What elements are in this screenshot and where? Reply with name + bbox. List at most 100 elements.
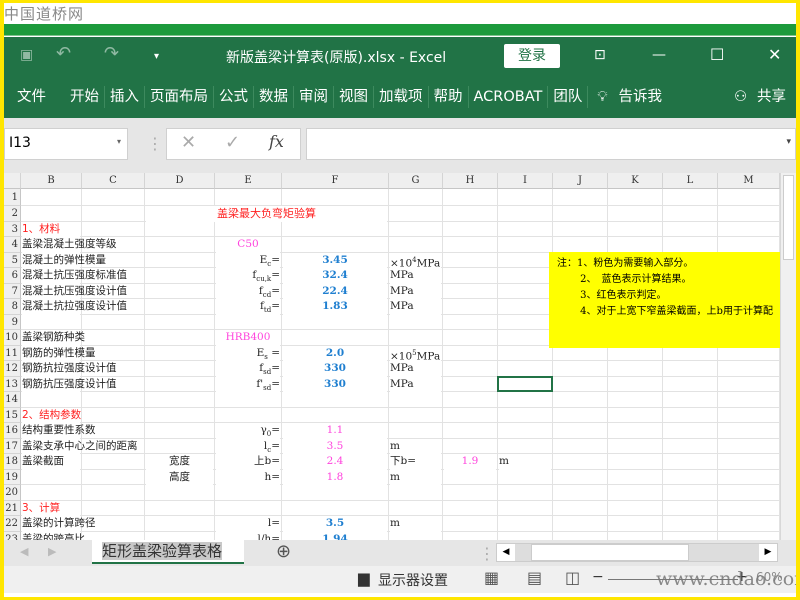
ribbon-display-icon[interactable]: ⊡ [594, 47, 606, 63]
row-header[interactable]: 9 [4, 314, 21, 330]
cell[interactable]: m [390, 516, 441, 532]
insert-function-button[interactable]: fx [269, 132, 284, 151]
redo-icon[interactable]: ↷ [104, 43, 119, 64]
cell[interactable]: ×105MPa [390, 345, 441, 362]
column-header[interactable]: I [498, 173, 553, 189]
display-settings-icon[interactable]: ▆ [358, 569, 370, 587]
column-header[interactable]: E [215, 173, 282, 189]
cell[interactable]: 结构重要性系数 [22, 423, 96, 439]
cell[interactable]: Es = [216, 345, 280, 361]
column-header[interactable]: B [21, 173, 82, 189]
cell[interactable]: 3.5 [283, 438, 387, 454]
select-all-corner[interactable] [4, 173, 21, 189]
minimize-icon[interactable]: — [652, 47, 666, 63]
next-sheet-icon[interactable]: ▶ [48, 545, 56, 558]
cell[interactable]: 高度 [146, 469, 213, 485]
column-header[interactable]: M [718, 173, 780, 189]
ribbon-tab[interactable]: 团队 [548, 85, 589, 108]
cell[interactable]: MPa [390, 283, 441, 299]
ribbon-tab[interactable]: 开始 [65, 85, 105, 108]
row-header[interactable]: 3 [4, 221, 21, 237]
ribbon-tab[interactable]: 文件 [12, 86, 51, 108]
zoom-out-icon[interactable]: − [592, 569, 604, 585]
ribbon-tab[interactable]: 加载项 [374, 85, 429, 108]
add-sheet-icon[interactable]: ⊕ [276, 541, 291, 562]
chevron-down-icon[interactable]: ▾ [117, 137, 121, 146]
cell[interactable]: ×104MPa [390, 252, 441, 269]
cell[interactable]: 钢筋的弹性模量 [22, 345, 96, 361]
cell[interactable]: 330 [283, 361, 387, 377]
close-icon[interactable]: ✕ [768, 45, 781, 64]
column-header[interactable]: C [82, 173, 145, 189]
ribbon-tab[interactable]: ACROBAT [469, 85, 549, 108]
cell[interactable]: 混凝土抗拉强度设计值 [22, 299, 127, 315]
cell[interactable]: 1、材料 [22, 221, 80, 237]
prev-sheet-icon[interactable]: ◀ [20, 545, 28, 558]
cell[interactable]: MPa [390, 268, 441, 284]
share-button[interactable]: ⚇ 共享 [724, 86, 796, 108]
undo-icon[interactable]: ↶ [56, 43, 71, 64]
horizontal-scrollbar[interactable]: ◀ ▶ [496, 543, 778, 562]
cell[interactable]: 2.0 [283, 345, 387, 361]
cell[interactable]: 盖梁的计算跨径 [22, 516, 96, 532]
cell[interactable]: 盖梁最大负弯矩验算 [146, 206, 387, 222]
horizontal-scroll-thumb[interactable] [531, 544, 689, 561]
page-break-view-icon[interactable]: ◫ [565, 568, 580, 587]
row-header[interactable]: 7 [4, 283, 21, 299]
ribbon-tab[interactable]: 插入 [105, 85, 145, 108]
ribbon-tab[interactable]: 数据 [254, 85, 294, 108]
enter-icon[interactable]: ✓ [225, 132, 240, 153]
expand-formula-icon[interactable]: ▾ [786, 137, 791, 147]
scroll-right-icon[interactable]: ▶ [759, 544, 777, 561]
column-header[interactable]: G [389, 173, 443, 189]
cell[interactable]: 32.4 [283, 268, 387, 284]
row-header[interactable]: 10 [4, 330, 21, 346]
ribbon-tab[interactable]: 公式 [214, 85, 254, 108]
column-header[interactable]: H [443, 173, 498, 189]
ribbon-tab[interactable]: 视图 [334, 85, 374, 108]
cell[interactable]: 混凝土的弹性模量 [22, 252, 106, 268]
row-header[interactable]: 23 [4, 531, 21, 540]
cell[interactable]: 盖梁的跨高比 [22, 531, 85, 540]
cell[interactable]: 混凝土抗压强度设计值 [22, 283, 127, 299]
cell[interactable]: MPa [390, 376, 441, 392]
row-header[interactable]: 4 [4, 237, 21, 253]
cell[interactable]: ftd= [216, 299, 280, 315]
column-header[interactable]: D [145, 173, 215, 189]
cell[interactable]: C50 [216, 237, 280, 253]
cancel-icon[interactable]: ✕ [181, 132, 196, 153]
cell[interactable]: 下b= [390, 454, 441, 470]
row-header[interactable]: 20 [4, 485, 21, 501]
note-textbox[interactable]: 注：1、粉色为需要输入部分。 2、 蓝色表示计算结果。 3、红色表示判定。 4、… [549, 252, 780, 348]
tab-splitter-icon[interactable]: ⋮ [479, 544, 495, 563]
cell[interactable]: 3、计算 [22, 500, 80, 516]
cell[interactable]: 1.1 [283, 423, 387, 439]
row-header[interactable]: 5 [4, 252, 21, 268]
ribbon-tab[interactable]: 帮助 [429, 85, 469, 108]
cell[interactable]: 混凝土抗压强度标准值 [22, 268, 127, 284]
cell[interactable]: fsd= [216, 361, 280, 377]
cell[interactable]: 1.8 [283, 469, 387, 485]
maximize-icon[interactable]: ☐ [710, 45, 724, 64]
cell[interactable]: γ0= [216, 423, 280, 439]
cell[interactable]: 3.5 [283, 516, 387, 532]
login-button[interactable]: 登录 [504, 44, 560, 68]
formula-input[interactable]: ▾ [306, 128, 796, 160]
drag-handle-icon[interactable]: ⋮ [147, 134, 163, 153]
cell[interactable]: m [390, 469, 441, 485]
row-header[interactable]: 21 [4, 500, 21, 516]
cell[interactable]: m [390, 438, 441, 454]
cell[interactable]: 上b= [216, 454, 280, 470]
cell[interactable]: 330 [283, 376, 387, 392]
name-box[interactable]: I13 ▾ [4, 128, 128, 160]
column-header[interactable]: K [608, 173, 663, 189]
cell[interactable]: l/h= [216, 531, 280, 540]
cell[interactable]: h= [216, 469, 280, 485]
cell[interactable]: f'sd= [216, 376, 280, 392]
cell[interactable]: 3.45 [283, 252, 387, 268]
cell[interactable]: m [499, 454, 551, 470]
vertical-scroll-thumb[interactable] [783, 175, 794, 260]
cell[interactable]: MPa [390, 299, 441, 315]
cell[interactable]: 盖梁钢筋种类 [22, 330, 85, 346]
row-header[interactable]: 1 [4, 189, 21, 206]
